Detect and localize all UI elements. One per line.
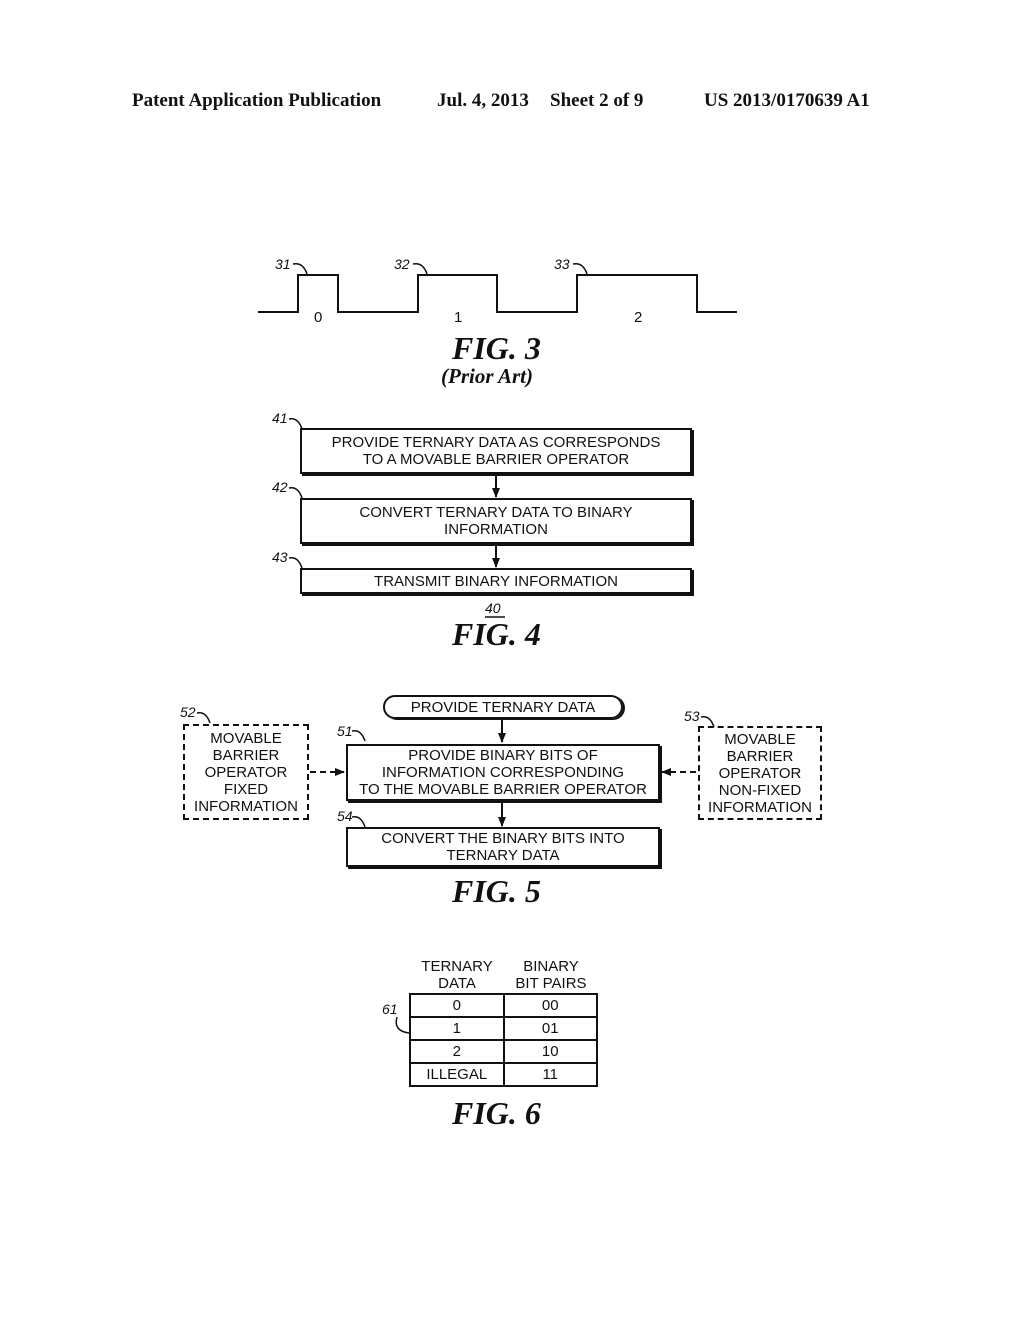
table-row: 0 00 — [409, 993, 598, 1018]
table-row: 2 10 — [409, 1039, 598, 1064]
ref-42: 42 — [272, 479, 288, 495]
ref-33: 33 — [554, 256, 570, 272]
fig6-mapping-table: 0 00 1 01 2 10 ILLEGAL 11 — [409, 993, 598, 1087]
fig3-waveform — [258, 274, 737, 313]
fig6-header-binary: BINARY BIT PAIRS — [504, 958, 598, 992]
header-line: TERNARY — [421, 958, 493, 975]
fixed-info-line: FIXED — [223, 780, 269, 798]
fig6-header-ternary: TERNARY DATA — [412, 958, 502, 992]
binary-cell: 00 — [502, 993, 598, 1018]
table-row: 1 01 — [409, 1016, 598, 1041]
ref-61: 61 — [382, 1001, 398, 1017]
leader-52 — [196, 711, 211, 724]
fig3-subcaption: (Prior Art) — [441, 364, 533, 388]
fig5-caption: FIG. 5 — [452, 873, 541, 909]
leader-51 — [351, 729, 366, 742]
ref-40: 40 — [485, 600, 501, 616]
leader-33 — [572, 262, 588, 275]
ternary-cell: ILLEGAL — [409, 1062, 505, 1087]
ref-31: 31 — [275, 256, 291, 272]
ref-32: 32 — [394, 256, 410, 272]
ref-43: 43 — [272, 549, 288, 565]
step-42-line2: INFORMATION — [444, 521, 548, 538]
ternary-cell: 2 — [409, 1039, 505, 1064]
start-label: PROVIDE TERNARY DATA — [410, 698, 596, 716]
leader-54 — [351, 815, 366, 828]
step-51-line3: TO THE MOVABLE BARRIER OPERATOR — [359, 781, 647, 798]
leader-61 — [395, 1016, 410, 1034]
step-42-line1: CONVERT TERNARY DATA TO BINARY — [359, 504, 633, 521]
binary-cell: 10 — [502, 1039, 598, 1064]
fig4-step-41: PROVIDE TERNARY DATA AS CORRESPONDS TO A… — [300, 428, 692, 474]
fixed-info-line: INFORMATION — [194, 797, 298, 815]
fixed-info-line: OPERATOR — [204, 763, 288, 781]
step-43-line1: TRANSMIT BINARY INFORMATION — [374, 572, 618, 590]
binary-cell: 01 — [502, 1016, 598, 1041]
step-54-line1: CONVERT THE BINARY BITS INTO — [381, 830, 625, 847]
fixed-info-line: MOVABLE — [210, 729, 282, 747]
fig6-caption: FIG. 6 — [452, 1095, 541, 1131]
ref-54: 54 — [337, 808, 353, 824]
fig3-caption: FIG. 3 — [452, 330, 541, 366]
pulse-value-2: 2 — [634, 309, 643, 326]
header-line: DATA — [438, 975, 476, 992]
step-41-line2: TO A MOVABLE BARRIER OPERATOR — [362, 451, 630, 468]
nonfixed-info-line: OPERATOR — [718, 764, 802, 782]
fixed-info-line: BARRIER — [212, 746, 280, 764]
nonfixed-info-line: MOVABLE — [724, 730, 796, 748]
binary-cell: 11 — [502, 1062, 598, 1087]
pulse-value-0: 0 — [314, 309, 323, 326]
table-row: ILLEGAL 11 — [409, 1062, 598, 1087]
fig4-step-42: CONVERT TERNARY DATA TO BINARY INFORMATI… — [300, 498, 692, 544]
nonfixed-info-line: BARRIER — [726, 747, 794, 765]
ref-52: 52 — [180, 704, 196, 720]
fig5-fixed-info-box: MOVABLE BARRIER OPERATOR FIXED INFORMATI… — [183, 724, 309, 820]
nonfixed-info-line: NON-FIXED — [718, 781, 802, 799]
leader-43 — [288, 556, 303, 569]
ref-53: 53 — [684, 708, 700, 724]
leader-32 — [412, 262, 428, 275]
ref-41: 41 — [272, 410, 288, 426]
fig5-step-54: CONVERT THE BINARY BITS INTO TERNARY DAT… — [346, 827, 660, 867]
step-51-line1: PROVIDE BINARY BITS OF — [408, 747, 598, 764]
fig5-start-terminal: PROVIDE TERNARY DATA — [383, 695, 623, 719]
fig5-nonfixed-info-box: MOVABLE BARRIER OPERATOR NON-FIXED INFOR… — [698, 726, 822, 820]
step-41-line1: PROVIDE TERNARY DATA AS CORRESPONDS — [331, 434, 661, 451]
nonfixed-info-line: INFORMATION — [708, 798, 812, 816]
fig4-caption: FIG. 4 — [452, 616, 541, 652]
fig4-step-43: TRANSMIT BINARY INFORMATION — [300, 568, 692, 594]
ref-51: 51 — [337, 723, 353, 739]
ternary-cell: 0 — [409, 993, 505, 1018]
fig5-step-51: PROVIDE BINARY BITS OF INFORMATION CORRE… — [346, 744, 660, 801]
header-line: BIT PAIRS — [515, 975, 587, 992]
step-51-line2: INFORMATION CORRESPONDING — [381, 764, 625, 781]
pulse-value-1: 1 — [454, 309, 463, 326]
ternary-cell: 1 — [409, 1016, 505, 1041]
step-54-line2: TERNARY DATA — [446, 847, 560, 864]
leader-42 — [288, 486, 303, 499]
leader-31 — [292, 262, 308, 275]
header-line: BINARY — [523, 958, 579, 975]
